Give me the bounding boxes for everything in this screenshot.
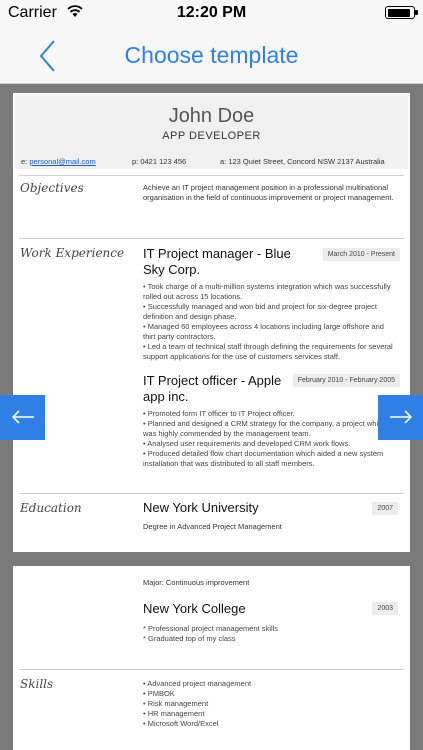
status-bar: Carrier 12:20 PM (0, 0, 423, 26)
battery-fill (387, 8, 410, 17)
next-template-button[interactable] (378, 395, 423, 440)
school-name: New York College (143, 601, 246, 616)
resume-name: John Doe (168, 105, 255, 127)
job-dates: March 2010 - Present (322, 248, 400, 261)
bullet-item: * Professional project management skills (143, 624, 279, 633)
page-title: Choose template (124, 42, 299, 68)
section-label-work: Work Experience (20, 246, 125, 260)
job-bullets: • Took charge of a multi-million systems… (143, 282, 398, 362)
section-label-education: Education (20, 501, 82, 515)
divider (19, 175, 404, 176)
bullet-item: * Graduated top of my class (143, 634, 236, 643)
resume-page-1[interactable]: John Doe APP DEVELOPER e: personal@mail.… (13, 93, 410, 552)
job-title: IT Project manager - Blue Sky Corp. (143, 246, 291, 277)
bullet-item: • Produced detailed flow chart documenta… (143, 449, 384, 468)
divider (19, 238, 404, 239)
status-time: 12:20 PM (176, 4, 247, 21)
bullet-item: • Led a team of technical staff through … (143, 342, 393, 361)
job-title: IT Project officer - Apple app inc. (143, 373, 282, 404)
contact-address: a: 123 Quiet Street, Concord NSW 2137 Au… (220, 157, 385, 166)
skill-item: • Advanced project management (143, 679, 252, 688)
skills-list: • Advanced project management • PMBOK • … (143, 679, 398, 729)
resume-role: APP DEVELOPER (162, 130, 261, 142)
contact-email: e: personal@mail.com (21, 157, 96, 166)
divider (19, 669, 404, 670)
previous-template-button[interactable] (0, 395, 45, 440)
battery-icon (385, 6, 418, 19)
bullet-item: • Successfully managed and won bid and p… (143, 302, 378, 321)
job-dates: February 2010 - February 2005 (292, 374, 400, 387)
school-detail: Degree in Advanced Project Management (143, 522, 282, 531)
school-year: 2003 (372, 602, 398, 615)
contact-phone: p: 0421 123 456 (132, 157, 187, 166)
resume-header: John Doe APP DEVELOPER e: personal@mail.… (15, 95, 408, 169)
skill-item: • Microsoft Word/Excel (143, 719, 219, 728)
objectives-text: Achieve an IT project management positio… (143, 183, 394, 202)
bullet-item: • Promoted form IT officer to IT Project… (143, 409, 295, 418)
skill-item: • PMBOK (143, 689, 175, 698)
email-link[interactable]: personal@mail.com (29, 157, 95, 166)
divider (19, 493, 404, 494)
bullet-item: • Analysed user requirements and develop… (143, 439, 351, 448)
skill-item: • Risk management (143, 699, 209, 708)
bullet-item: • Planned and designed a CRM strategy fo… (143, 419, 387, 438)
school-name: New York University (143, 500, 259, 515)
section-label-objectives: Objectives (20, 181, 84, 195)
bullet-item: • Managed 60 employees across 4 location… (143, 322, 384, 341)
navigation-bar: Carrier 12:20 PM Choose template (0, 0, 423, 84)
school-major: Major: Continuous improvement (143, 578, 250, 587)
section-label-skills: Skills (20, 677, 54, 691)
resume-page-2[interactable]: Major: Continuous improvement New York C… (13, 566, 410, 750)
school-year: 2007 (372, 502, 398, 515)
arrow-left-icon (11, 410, 34, 424)
arrow-right-icon (390, 410, 413, 424)
job-bullets: • Promoted form IT officer to IT Project… (143, 409, 398, 469)
school-bullets: * Professional project management skills… (143, 624, 398, 644)
skill-item: • HR management (143, 709, 205, 718)
bullet-item: • Took charge of a multi-million systems… (143, 282, 391, 301)
